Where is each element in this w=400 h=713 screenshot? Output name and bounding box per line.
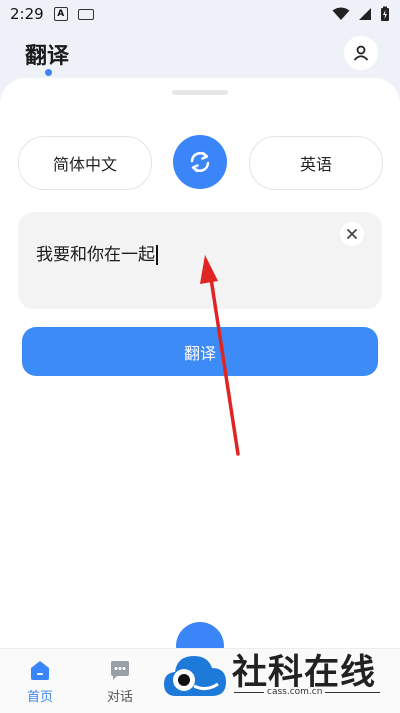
nav-item-chat[interactable]: 对话	[90, 649, 150, 713]
nav-item-home[interactable]: 首页	[10, 649, 70, 713]
nav-label-chat: 对话	[106, 690, 133, 705]
input-text-wrap: 我要和你在一起	[36, 240, 158, 265]
watermark: 社科在线 cass.com.cn	[160, 640, 400, 712]
swap-languages-button[interactable]	[173, 135, 227, 189]
translate-sheet: 简体中文 英语 我要和你在一起 翻译	[0, 78, 400, 658]
a-notification-icon: A	[53, 7, 68, 21]
wifi-icon	[332, 7, 350, 20]
source-language-label: 简体中文	[52, 155, 117, 174]
translate-button[interactable]: 翻译	[22, 327, 378, 376]
sheet-drag-handle[interactable]	[172, 90, 228, 95]
input-text: 我要和你在一起	[36, 245, 155, 265]
swap-icon	[190, 151, 210, 173]
signal-icon	[359, 8, 371, 20]
watermark-url: cass.com.cn	[264, 687, 326, 697]
close-icon	[347, 229, 357, 239]
text-caret	[156, 245, 158, 265]
user-icon	[353, 45, 369, 61]
user-profile-button[interactable]	[344, 36, 378, 70]
battery-charging-icon	[381, 6, 389, 21]
target-language-label: 英语	[299, 155, 332, 174]
title-indicator-dot	[45, 69, 52, 76]
clear-input-button[interactable]	[340, 222, 364, 246]
home-icon	[31, 661, 49, 680]
target-language-button[interactable]: 英语	[249, 136, 383, 190]
app-header: 翻译	[0, 28, 400, 84]
status-time: 2:29	[10, 5, 44, 23]
translate-button-label: 翻译	[183, 343, 216, 363]
page-title: 翻译	[25, 44, 70, 69]
keyboard-icon	[77, 8, 94, 20]
chat-icon	[111, 661, 129, 680]
source-language-button[interactable]: 简体中文	[18, 136, 152, 190]
source-text-input[interactable]: 我要和你在一起	[18, 212, 382, 309]
status-bar: 2:29 A	[0, 0, 400, 28]
watermark-logo-icon	[164, 656, 226, 696]
nav-label-home: 首页	[26, 690, 53, 705]
